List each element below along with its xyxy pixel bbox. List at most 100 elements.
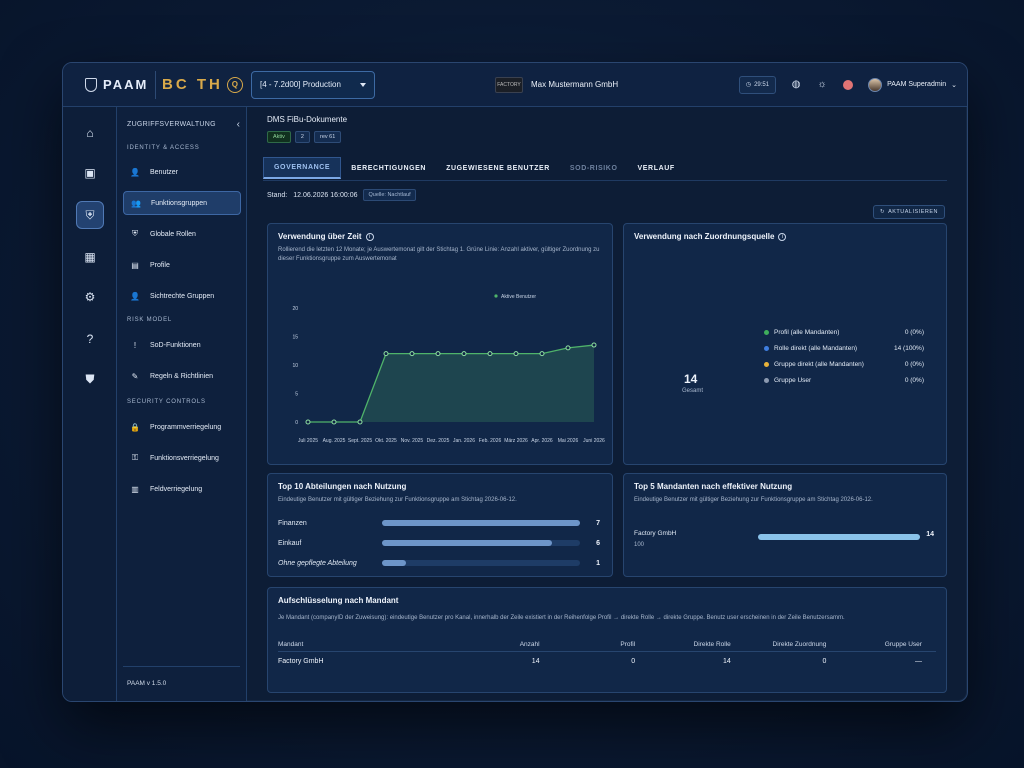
rail-shield-check-icon[interactable]: ⛊ [76, 365, 104, 393]
y-tick-label: 5 [295, 392, 298, 398]
status-badge: Aktiv [267, 131, 291, 143]
y-tick-label: 15 [292, 335, 298, 341]
column-header: Anzahl [519, 641, 540, 648]
legend-item: Rolle direkt (alle Mandanten) 14 (100%) [764, 340, 924, 356]
tab-sod-risiko[interactable]: SOD-RISIKO [560, 157, 628, 179]
dept-bar-row: Ohne gepflegte Abteilung 1 [278, 556, 600, 570]
tab-governance[interactable]: GOVERNANCE [263, 157, 342, 179]
mandant-sub: 100 [634, 542, 645, 548]
sidebar-item-funktionsverriegelung[interactable]: ⚿ Funktionsverriegelung [123, 446, 241, 470]
x-tick-label: Mai 2026 [558, 438, 579, 444]
x-tick-label: Nov. 2025 [401, 438, 424, 444]
rail-shield-user-icon[interactable]: ⛨ [76, 201, 104, 229]
source-card-title: Verwendung nach Zuordnungsquelle i [634, 232, 787, 241]
app-version: PAAM v 1.5.0 [127, 680, 167, 687]
tab-verlauf[interactable]: VERLAUF [628, 157, 685, 179]
alert-icon: ! [133, 340, 137, 350]
column-header: Direkte Zuordnung [772, 641, 827, 648]
refresh-icon: ↻ [879, 209, 886, 215]
sidebar-item-label: Programmverriegelung [150, 423, 222, 431]
usage-line-chart: 0 5 10 15 20 Juli 2025 Aug. 2025 Sept. 2025 Okt.… [292, 294, 605, 444]
mandant-card-title: Top 5 Mandanten nach effektiver Nutzung [634, 482, 793, 491]
paam-logo[interactable]: PAAM [63, 77, 155, 92]
tab-berechtigungen[interactable]: BERECHTIGUNGEN [341, 157, 436, 179]
info-icon[interactable]: i [778, 232, 787, 241]
dept-card-title: Top 10 Abteilungen nach Nutzung [278, 482, 407, 491]
table-header: Mandant Anzahl Profil Direkte Rolle Dire… [278, 636, 936, 652]
app-window: PAAM BC TH Q [4 - 7.2d00] Production FAC… [62, 62, 968, 702]
data-point [539, 351, 545, 357]
breakdown-by-mandant-card: Aufschlüsselung nach Mandant Je Mandant … [267, 587, 947, 693]
sidebar-item-funktionsgruppen[interactable]: 👥 Funktionsgruppen [123, 191, 241, 215]
company-name: Max Mustermann GmbH [531, 80, 619, 89]
data-point [409, 351, 415, 357]
globe-icon[interactable]: ◍ [790, 79, 802, 91]
dept-value: 7 [596, 519, 600, 527]
sidebar-item-sod-funktionen[interactable]: ! SoD-Funktionen [123, 333, 241, 357]
usage-by-source-card: Verwendung nach Zuordnungsquelle i 14 Ge… [623, 223, 947, 465]
sun-icon[interactable]: ☼ [816, 79, 828, 91]
sidebar-item-benutzer[interactable]: 👤 Benutzer [123, 160, 241, 184]
dept-bar-row: Finanzen 7 [278, 516, 600, 530]
paam-shield-icon [85, 77, 97, 92]
sidebar-item-regeln[interactable]: ✎ Regeln & Richtlinien [123, 364, 241, 388]
sidebar-item-profile[interactable]: ▤ Profile [123, 253, 241, 277]
sidebar-item-label: Globale Rollen [150, 230, 196, 238]
top-mandanten-card: Top 5 Mandanten nach effektiver Nutzung … [623, 473, 947, 577]
document-edit-icon: ✎ [131, 371, 139, 381]
table-cell: 0 [822, 657, 827, 665]
revision-badge: rev 61 [313, 131, 342, 143]
legend-dot [764, 377, 769, 383]
sidebar-item-label: Benutzer [150, 168, 179, 176]
data-point [487, 351, 493, 357]
stand-label: Stand: [267, 191, 288, 199]
sidebar-item-label: Funktionsgruppen [151, 199, 208, 207]
sidebar-item-feldverriegelung[interactable]: ▥ Feldverriegelung [123, 477, 241, 501]
sidebar-item-programmverriegelung[interactable]: 🔒 Programmverriegelung [123, 415, 241, 439]
legend-item: Profil (alle Mandanten) 0 (0%) [764, 324, 924, 340]
rail-help-icon[interactable]: ? [76, 325, 104, 353]
user-menu[interactable]: PAAM Superadmin ⌄ [868, 77, 957, 92]
user-key-icon: 👤 [130, 291, 140, 301]
source-card-title-text: Verwendung nach Zuordnungsquelle [634, 232, 775, 241]
timer-value: 29:51 [754, 81, 770, 88]
page-title: DMS FiBu-Dokumente [267, 115, 348, 124]
x-tick-label: Juni 2026 [583, 438, 605, 444]
stand-value: 12.06.2026 16:00:06 [293, 191, 358, 199]
table-row[interactable]: Factory GmbH 14 0 14 0 — [278, 652, 936, 670]
x-tick-label: Dez. 2025 [427, 438, 450, 444]
rail-monitor-icon[interactable]: ▣ [76, 159, 104, 187]
table-cell: — [914, 657, 922, 665]
user-icon: 👤 [130, 167, 140, 177]
x-tick-label: Sept. 2025 [348, 438, 372, 444]
company-display[interactable]: FACTORY Max Mustermann GmbH [495, 76, 619, 93]
environment-select[interactable]: [4 - 7.2d00] Production [251, 70, 375, 99]
data-point [383, 351, 389, 357]
tab-bar: GOVERNANCE BERECHTIGUNGEN ZUGEWIESENE BE… [263, 157, 947, 181]
sidebar-item-label: Sichtrechte Gruppen [150, 292, 215, 300]
dept-label: Einkauf [278, 539, 302, 547]
rail-home-icon[interactable]: ⌂ [76, 119, 104, 147]
notification-bell-icon[interactable] [842, 79, 854, 91]
mandant-value: 14 [926, 531, 934, 538]
sidebar: ZUGRIFFSVERWALTUNG ‹ IDENTITY & ACCESS 👤… [117, 107, 247, 701]
field-lock-icon: ▥ [131, 484, 139, 494]
section-risk: RISK MODEL [127, 317, 173, 323]
data-point [357, 419, 363, 425]
data-point [461, 351, 467, 357]
collapse-chevron-icon[interactable]: ‹ [237, 119, 240, 130]
mandant-bar-track [758, 534, 920, 540]
y-tick-label: 10 [292, 363, 298, 369]
session-timer[interactable]: ◷ 29:51 [738, 75, 777, 94]
legend-marker [494, 294, 498, 298]
rail-cogs-icon[interactable]: ⚙ [76, 283, 104, 311]
column-header: Mandant [278, 641, 304, 648]
refresh-button[interactable]: ↻ AKTUALISIEREN [872, 205, 945, 219]
sidebar-item-globale-rollen[interactable]: ⛨ Globale Rollen [123, 222, 241, 246]
status-badges: Aktiv 2 rev 61 [267, 131, 342, 143]
rail-building-icon[interactable]: ▦ [76, 243, 104, 271]
shield-icon: ⛨ [132, 229, 138, 238]
tab-zugewiesene-benutzer[interactable]: ZUGEWIESENE BENUTZER [436, 157, 560, 179]
sidebar-item-sichtrechte-gruppen[interactable]: 👤 Sichtrechte Gruppen [123, 284, 241, 308]
partner-logo-text: BC TH [162, 76, 223, 93]
